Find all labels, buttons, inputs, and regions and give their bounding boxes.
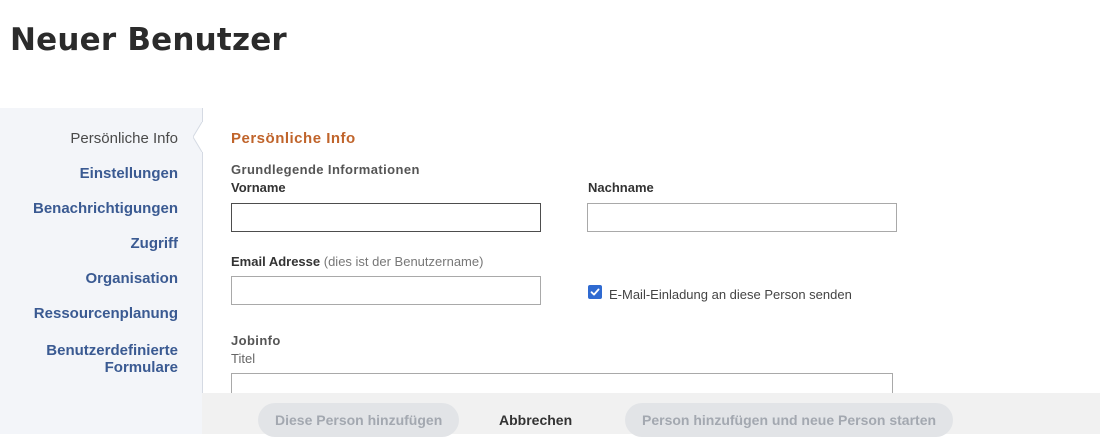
sidebar-nav: Persönliche Info Einstellungen Benachric… [0, 108, 203, 434]
page-title: Neuer Benutzer [10, 22, 287, 58]
email-label: Email Adresse (dies ist der Benutzername… [231, 254, 483, 269]
add-person-button[interactable]: Diese Person hinzufügen [258, 403, 460, 437]
email-input[interactable] [231, 276, 541, 305]
last-name-label: Nachname [588, 180, 654, 195]
form-area: Persönliche Info Grundlegende Informatio… [202, 108, 1100, 434]
sidebar-item-access[interactable]: Zugriff [131, 235, 178, 252]
invite-checkbox[interactable] [588, 285, 602, 299]
job-info-heading: Jobinfo [231, 333, 281, 348]
form-footer: Diese Person hinzufügen Abbrechen Person… [202, 393, 1100, 437]
sidebar-item-label-line1: Benutzerdefinierte [46, 342, 178, 359]
email-label-text: Email Adresse [231, 254, 321, 269]
last-name-input[interactable] [587, 203, 897, 232]
add-and-new-person-button[interactable]: Person hinzufügen und neue Person starte… [625, 403, 954, 437]
sidebar-item-notifications[interactable]: Benachrichtigungen [33, 200, 178, 217]
sidebar-item-organisation[interactable]: Organisation [85, 270, 178, 287]
job-title-label: Titel [231, 351, 256, 366]
checkmark-icon [590, 288, 600, 296]
section-title: Persönliche Info [231, 130, 356, 147]
cancel-button[interactable]: Abbrechen [482, 403, 589, 437]
invite-checkbox-label: E-Mail-Einladung an diese Person senden [609, 287, 852, 302]
first-name-input[interactable] [231, 203, 541, 232]
sidebar-item-custom-forms[interactable]: Benutzerdefinierte Formulare [46, 342, 178, 376]
sidebar-item-label-line2: Formulare [104, 359, 178, 376]
sidebar-item-settings[interactable]: Einstellungen [80, 165, 178, 182]
email-label-hint: (dies ist der Benutzername) [323, 254, 484, 269]
basic-info-heading: Grundlegende Informationen [231, 162, 420, 177]
invite-checkbox-row: E-Mail-Einladung an diese Person senden [588, 282, 852, 302]
first-name-label: Vorname [231, 180, 286, 195]
sidebar-item-personal-info[interactable]: Persönliche Info [70, 130, 178, 147]
sidebar-item-resource-planning[interactable]: Ressourcenplanung [34, 305, 178, 322]
